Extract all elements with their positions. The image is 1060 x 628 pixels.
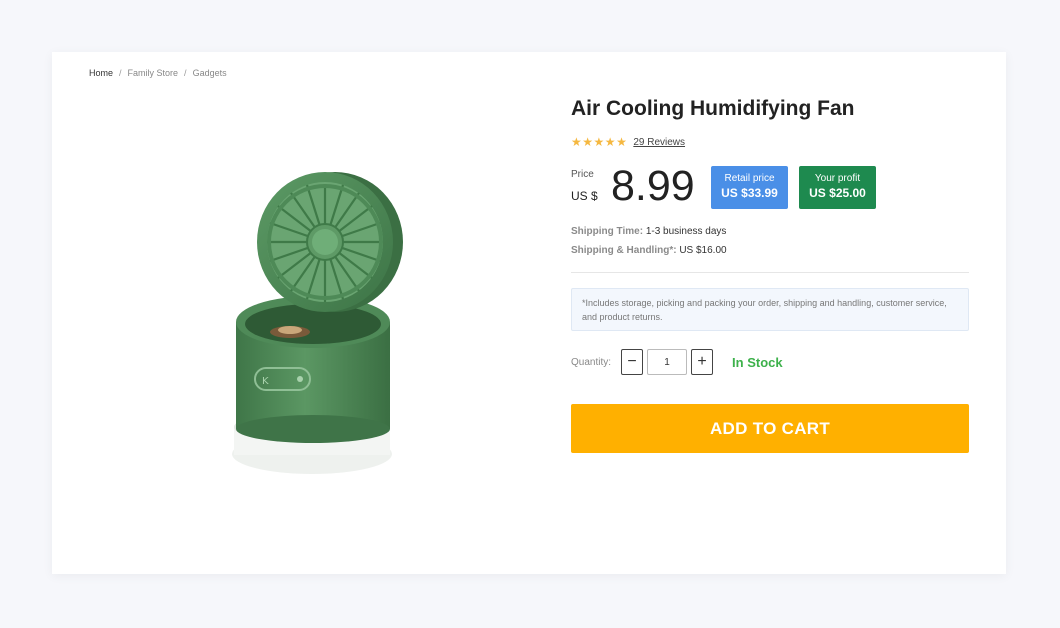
retail-price-badge: Retail price US $33.99 (711, 166, 788, 209)
shipping-time: Shipping Time: 1-3 business days (571, 226, 726, 237)
star-icon: ★ (582, 135, 594, 149)
shipping-note: *Includes storage, picking and packing y… (571, 288, 969, 331)
price-currency: US $ (571, 189, 598, 203)
star-rating: ★ ★ ★ ★ ★ (571, 136, 627, 148)
star-icon: ★ (571, 135, 582, 149)
product-card: Home / Family Store / Gadgets K Air Cool… (52, 52, 1006, 574)
shipping-handling-value: US $16.00 (679, 245, 727, 256)
product-title: Air Cooling Humidifying Fan (571, 97, 855, 120)
breadcrumb-home-link[interactable]: Home (89, 68, 113, 78)
breadcrumb-separator: / (184, 68, 187, 78)
shipping-time-label: Shipping Time: (571, 226, 644, 237)
quantity-decrease-button[interactable]: − (621, 349, 644, 375)
reviews-link[interactable]: 29 Reviews (633, 137, 685, 148)
profit-badge: Your profit US $25.00 (799, 166, 876, 209)
quantity-label: Quantity: (571, 356, 612, 368)
breadcrumb-subcategory-link[interactable]: Gadgets (193, 68, 227, 78)
stock-status: In Stock (732, 354, 783, 370)
add-to-cart-button[interactable]: ADD TO CART (571, 404, 969, 453)
shipping-handling-label: Shipping & Handling*: (571, 245, 677, 256)
quantity-input[interactable] (647, 349, 688, 375)
breadcrumb-category-link[interactable]: Family Store (128, 68, 179, 78)
retail-price-label: Retail price (724, 173, 775, 184)
star-icon: ★ (604, 135, 616, 149)
breadcrumb-separator: / (119, 68, 122, 78)
rating: ★ ★ ★ ★ ★ 29 Reviews (571, 136, 685, 148)
profit-value: US $25.00 (809, 186, 866, 200)
retail-price-value: US $33.99 (721, 186, 778, 200)
product-image[interactable]: K (230, 172, 420, 492)
star-icon: ★ (616, 135, 627, 149)
price-label: Price (571, 169, 594, 180)
star-icon: ★ (593, 135, 605, 149)
quantity-increase-button[interactable]: + (691, 349, 714, 375)
quantity-row: Quantity: − + In Stock (571, 348, 783, 376)
shipping-time-value: 1-3 business days (645, 226, 727, 237)
breadcrumb: Home / Family Store / Gadgets (89, 68, 227, 78)
price-amount: 8.99 (611, 162, 695, 210)
shipping-handling: Shipping & Handling*: US $16.00 (571, 245, 727, 256)
profit-label: Your profit (814, 173, 861, 184)
divider (571, 272, 969, 273)
svg-text:K: K (262, 376, 269, 387)
